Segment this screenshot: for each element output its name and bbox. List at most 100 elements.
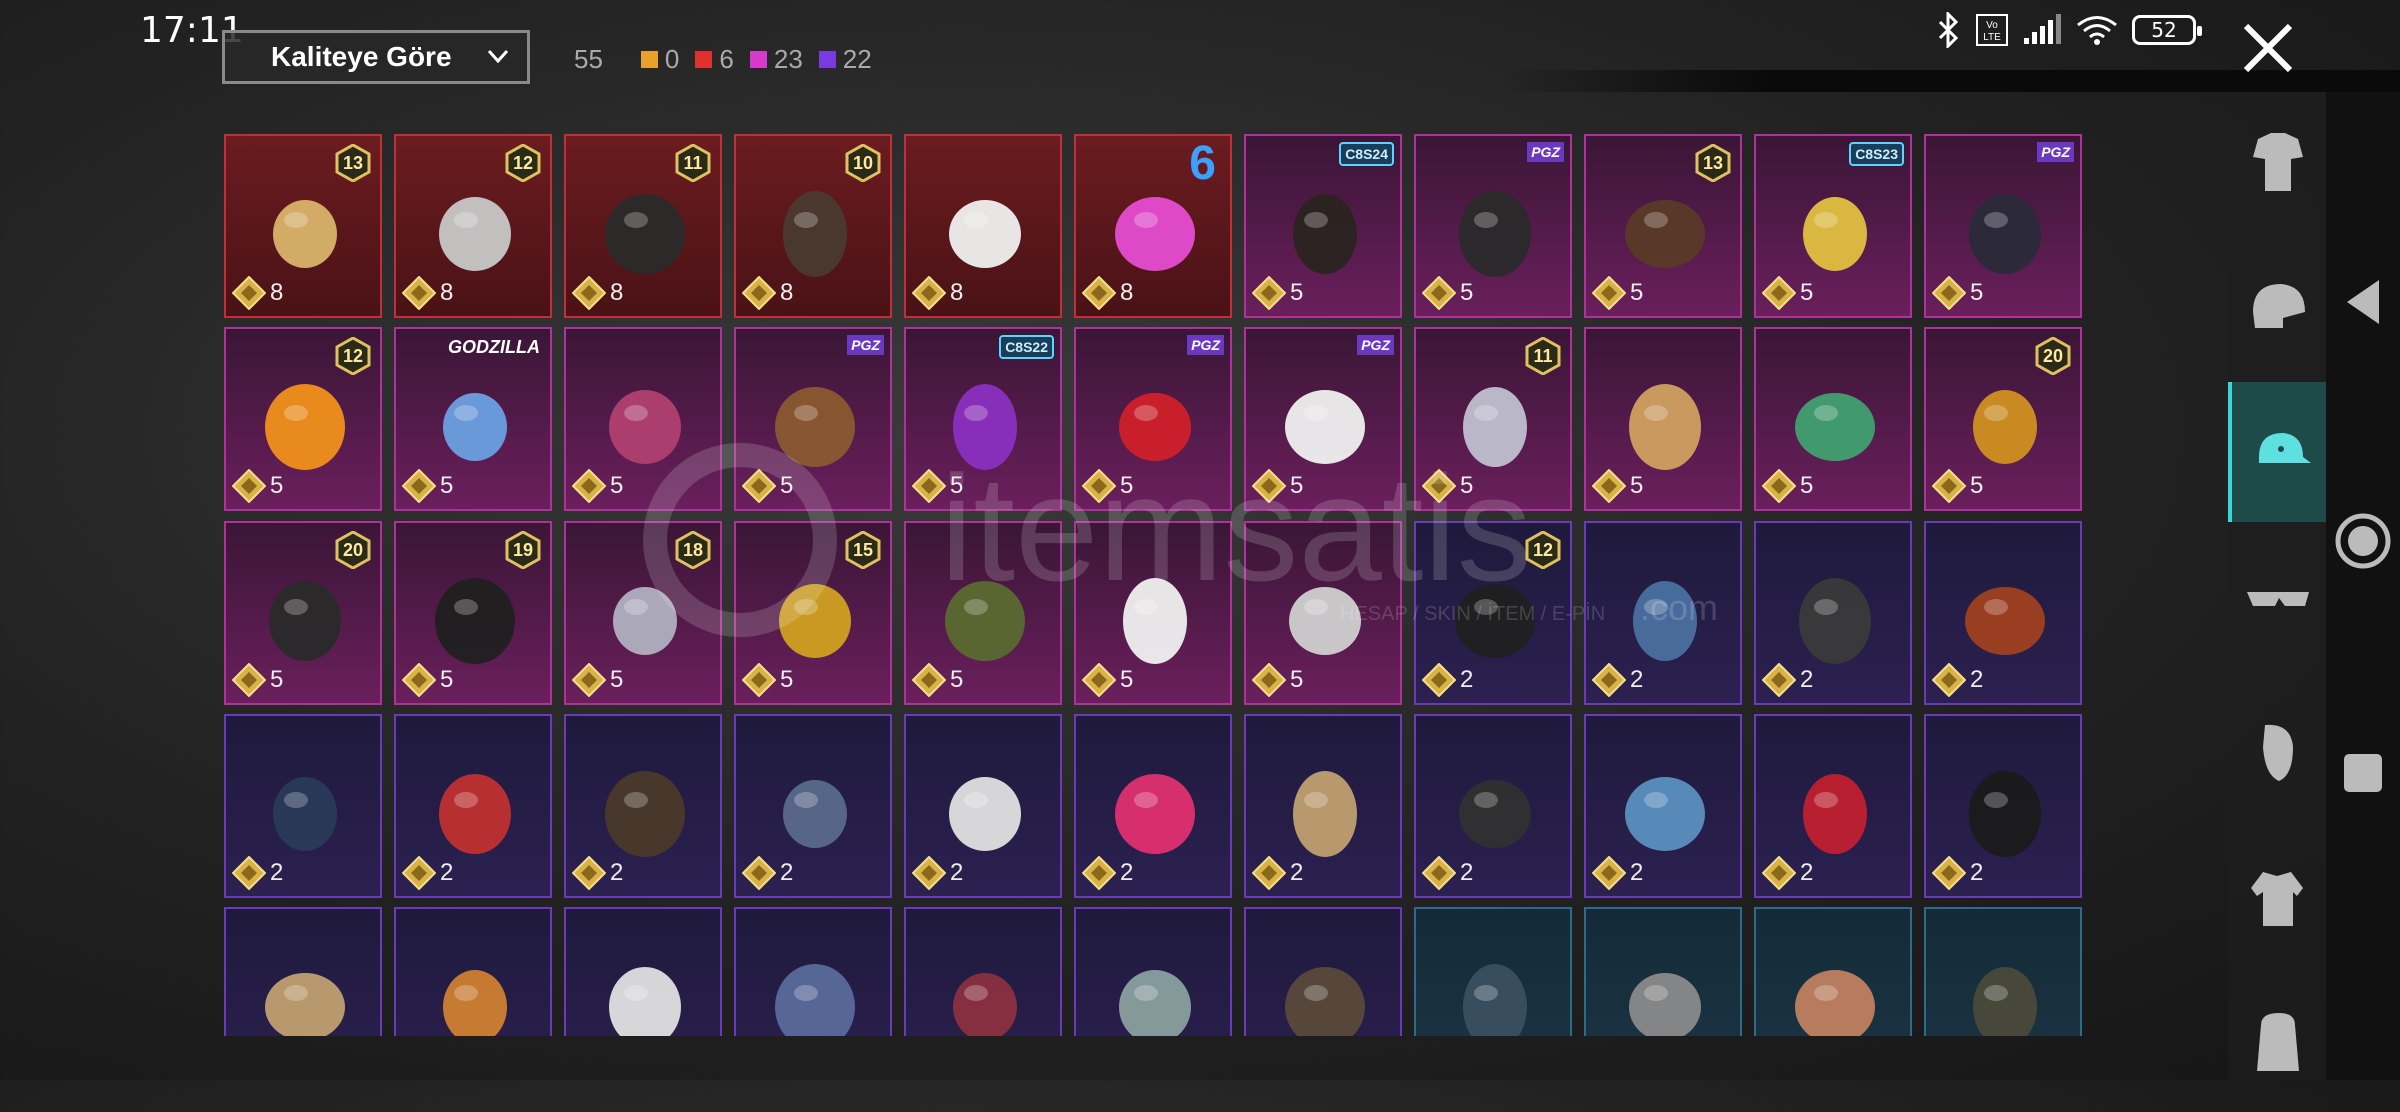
inventory-item[interactable]: 12 5 <box>224 327 382 511</box>
inventory-item[interactable] <box>1074 907 1232 1036</box>
inventory-item[interactable]: 2 <box>1244 714 1402 898</box>
inventory-item[interactable]: 2 <box>1414 714 1572 898</box>
inventory-item[interactable]: 12 8 <box>394 134 552 318</box>
inventory-item[interactable]: 2 <box>1924 521 2082 705</box>
inventory-item[interactable]: 12 2 <box>1414 521 1572 705</box>
item-points: 5 <box>402 663 453 697</box>
points-value: 5 <box>950 666 964 693</box>
mask-icon <box>2263 724 2293 781</box>
back-button[interactable] <box>2326 278 2400 326</box>
jacket-icon <box>2251 872 2303 926</box>
inventory-item[interactable]: 2 <box>734 714 892 898</box>
home-button[interactable] <box>2326 512 2400 570</box>
item-points: 5 <box>232 663 283 697</box>
recents-button[interactable] <box>2326 752 2400 794</box>
inventory-item[interactable]: 18 5 <box>564 521 722 705</box>
category-sidebar <box>2228 92 2328 1080</box>
inventory-item[interactable]: GODZILLA 5 <box>394 327 552 511</box>
item-points: 8 <box>402 276 453 310</box>
inventory-item[interactable] <box>564 907 722 1036</box>
item-tag: PGZ <box>2037 142 2074 162</box>
helmet-icon <box>2253 284 2305 328</box>
inventory-item[interactable]: 5 <box>904 521 1062 705</box>
inventory-item[interactable]: C8S23 5 <box>1754 134 1912 318</box>
inventory-item[interactable]: 5 <box>564 327 722 511</box>
inventory-item[interactable] <box>224 907 382 1036</box>
inventory-item[interactable]: 13 5 <box>1584 134 1742 318</box>
inventory-item[interactable] <box>1414 907 1572 1036</box>
bunny-helmet-icon <box>1455 584 1535 658</box>
inventory-item[interactable]: 2 <box>394 714 552 898</box>
item-points: 2 <box>1932 663 1983 697</box>
inventory-item[interactable]: PGZ 5 <box>1244 327 1402 511</box>
level-badge: 10 <box>852 152 874 173</box>
inventory-item[interactable]: 2 <box>1584 714 1742 898</box>
category-helmet[interactable] <box>2228 237 2328 377</box>
inventory-item[interactable]: 20 5 <box>1924 327 2082 511</box>
points-icon <box>232 663 266 697</box>
inventory-item[interactable]: 13 8 <box>224 134 382 318</box>
feather-headdress-icon <box>1795 393 1875 461</box>
rainbow-hair-icon <box>953 384 1017 470</box>
inventory-item[interactable]: PGZ 5 <box>734 327 892 511</box>
inventory-item[interactable] <box>394 907 552 1036</box>
inventory-item[interactable]: PGZ 5 <box>1924 134 2082 318</box>
inventory-item[interactable]: 5 <box>1074 521 1232 705</box>
blue-hair-icon <box>443 393 507 461</box>
close-icon[interactable] <box>2238 18 2298 78</box>
inventory-item[interactable]: 5 <box>1244 521 1402 705</box>
category-backpack[interactable] <box>2228 972 2328 1112</box>
item-points: 2 <box>742 856 793 890</box>
category-glasses[interactable] <box>2228 527 2328 667</box>
inventory-item[interactable]: 5 <box>1584 327 1742 511</box>
level-badge: 11 <box>1533 345 1553 366</box>
inventory-item[interactable]: 20 5 <box>224 521 382 705</box>
points-icon <box>1082 469 1116 503</box>
inventory-item[interactable]: 15 5 <box>734 521 892 705</box>
inventory-item[interactable]: 11 8 <box>564 134 722 318</box>
item-points: 5 <box>1082 663 1133 697</box>
signal-icon <box>2024 14 2061 44</box>
inventory-item[interactable]: 2 <box>1584 521 1742 705</box>
inventory-item[interactable]: 8 <box>904 134 1062 318</box>
inventory-item[interactable]: 2 <box>564 714 722 898</box>
inventory-item[interactable]: PGZ 5 <box>1414 134 1572 318</box>
inventory-item[interactable] <box>1924 907 2082 1036</box>
inventory-item[interactable]: 10 8 <box>734 134 892 318</box>
category-mask[interactable] <box>2228 682 2328 822</box>
sort-dropdown[interactable]: Kaliteye Göre <box>222 30 530 84</box>
item-points: 5 <box>1932 469 1983 503</box>
inventory-item[interactable]: C8S24 5 <box>1244 134 1402 318</box>
inventory-item[interactable]: 2 <box>904 714 1062 898</box>
category-jacket[interactable] <box>2228 827 2328 967</box>
points-icon <box>1762 469 1796 503</box>
inventory-item[interactable]: 2 <box>1754 714 1912 898</box>
inventory-item[interactable]: 68 <box>1074 134 1232 318</box>
inventory-item[interactable] <box>904 907 1062 1036</box>
item-points: 5 <box>232 469 283 503</box>
inventory-item[interactable]: 2 <box>1754 521 1912 705</box>
inventory-item[interactable] <box>1244 907 1402 1036</box>
inventory-item[interactable] <box>1584 907 1742 1036</box>
inventory-item[interactable]: 2 <box>1924 714 2082 898</box>
dark-hair-ribbon-icon <box>1459 191 1531 277</box>
points-value: 5 <box>1120 472 1134 499</box>
inventory-item[interactable] <box>734 907 892 1036</box>
points-icon <box>1592 856 1626 890</box>
inventory-item[interactable]: 5 <box>1754 327 1912 511</box>
dark-hair-icon <box>605 194 685 274</box>
inventory-item[interactable]: 19 5 <box>394 521 552 705</box>
item-tag: C8S22 <box>999 335 1054 359</box>
inventory-item[interactable]: 2 <box>1074 714 1232 898</box>
points-value: 5 <box>1970 472 1984 499</box>
trucker-cap-icon <box>1795 970 1875 1036</box>
category-cap[interactable] <box>2228 382 2328 522</box>
inventory-item[interactable]: C8S22 5 <box>904 327 1062 511</box>
inventory-item[interactable]: 11 5 <box>1414 327 1572 511</box>
points-icon <box>572 663 606 697</box>
item-points: 8 <box>572 276 623 310</box>
inventory-item[interactable] <box>1754 907 1912 1036</box>
inventory-item[interactable]: 2 <box>224 714 382 898</box>
category-outfit[interactable] <box>2228 92 2328 232</box>
inventory-item[interactable]: PGZ 5 <box>1074 327 1232 511</box>
